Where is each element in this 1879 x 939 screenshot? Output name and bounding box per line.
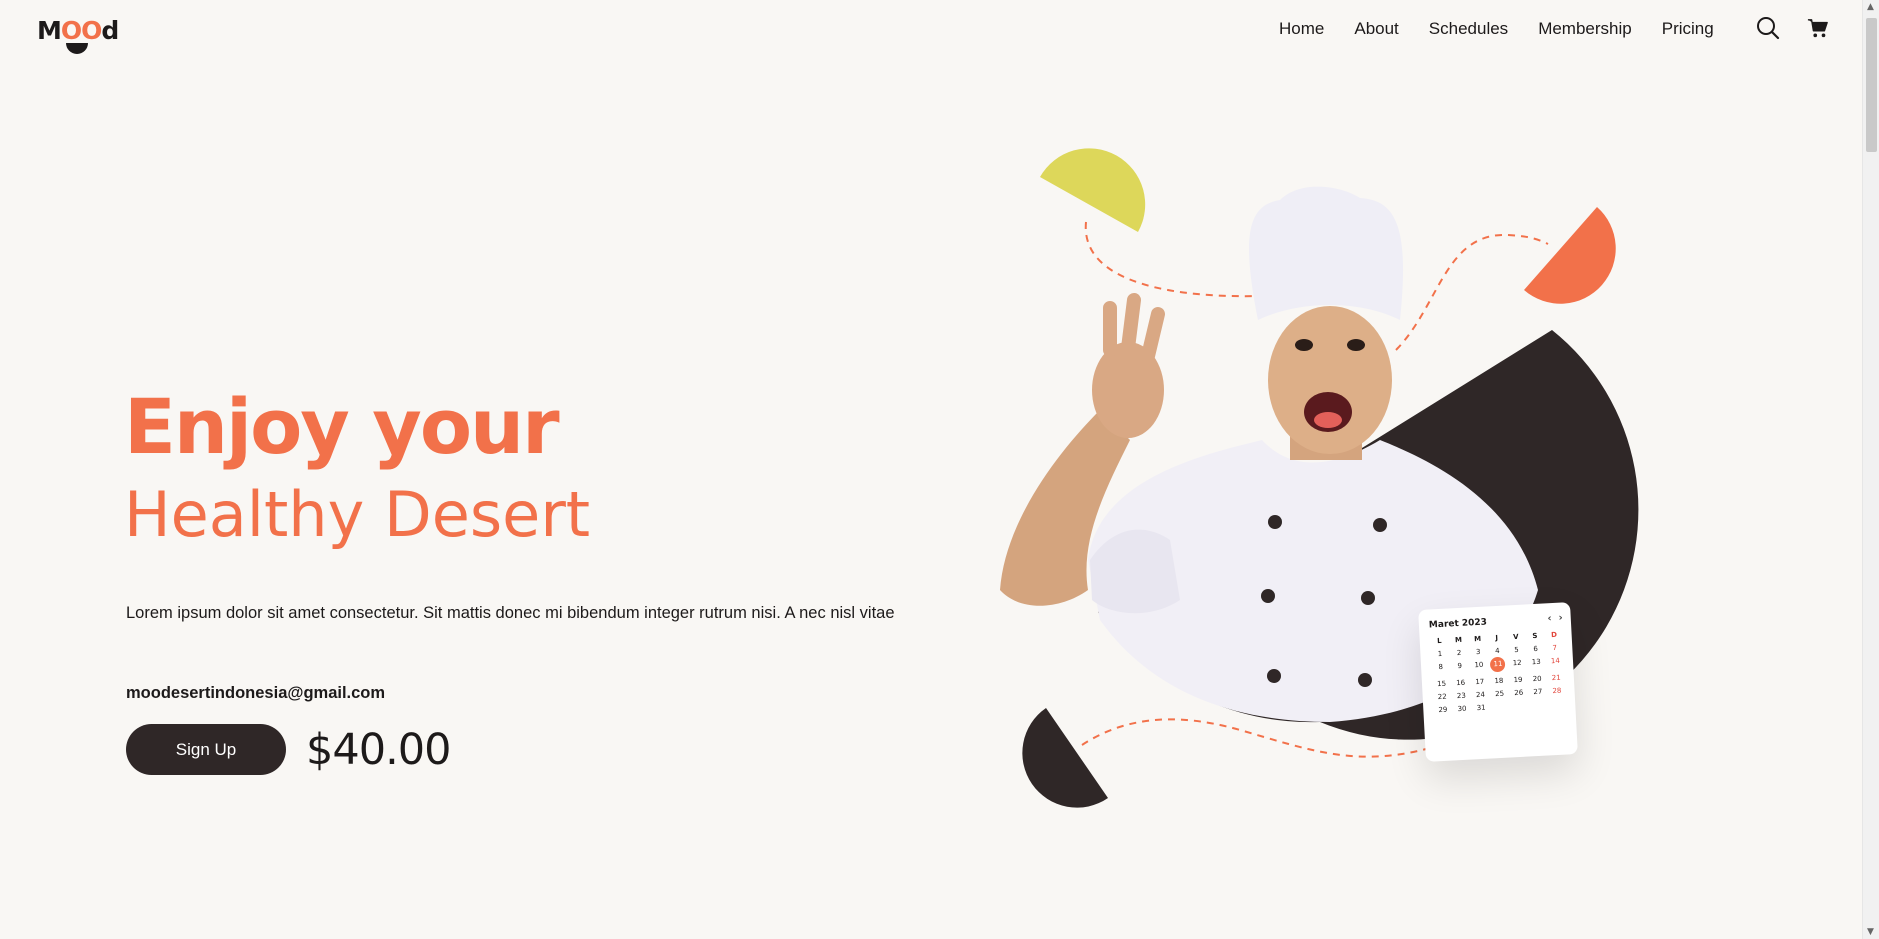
calendar-weekday: M: [1454, 635, 1463, 645]
calendar-day[interactable]: 7: [1545, 643, 1565, 652]
calendar-day[interactable]: 2: [1449, 648, 1469, 657]
cart-icon: [1807, 19, 1828, 38]
logo-letter-m: M: [37, 16, 62, 45]
scroll-up-icon[interactable]: ▲: [1867, 2, 1874, 12]
dark-half-disc-shape: [1022, 708, 1108, 808]
orange-half-disc-shape: [1524, 207, 1616, 304]
calendar-day[interactable]: 24: [1471, 690, 1491, 699]
calendar-weekday: S: [1532, 631, 1538, 641]
nav-about[interactable]: About: [1354, 18, 1398, 40]
calendar-day[interactable]: 16: [1451, 678, 1471, 687]
scrollbar-thumb[interactable]: [1866, 18, 1877, 152]
hero-title-line1: Enjoy your: [124, 382, 560, 471]
calendar-day[interactable]: 21: [1547, 673, 1567, 682]
calendar-day[interactable]: 31: [1471, 703, 1491, 712]
calendar-day[interactable]: 19: [1508, 675, 1528, 684]
logo[interactable]: M OO d: [37, 16, 119, 54]
calendar-day[interactable]: 4: [1488, 646, 1508, 655]
logo-letters-oo: OO: [60, 16, 103, 45]
calendar-day-selected[interactable]: 11: [1490, 656, 1506, 673]
chevron-right-icon[interactable]: ›: [1558, 613, 1563, 624]
dashed-line-top-right: [1395, 233, 1549, 351]
nav-membership[interactable]: Membership: [1538, 18, 1632, 40]
calendar-day[interactable]: 18: [1489, 676, 1509, 685]
dashed-line-top-left: [1084, 221, 1261, 298]
calendar-day[interactable]: 23: [1452, 691, 1472, 700]
calendar-day[interactable]: 15: [1432, 679, 1452, 688]
calendar-weekday: M: [1473, 634, 1482, 644]
hero-description: Lorem ipsum dolor sit amet consectetur. …: [126, 604, 895, 622]
calendar-day[interactable]: 28: [1547, 686, 1567, 695]
price-label: $40.00: [306, 725, 451, 775]
nav-schedules[interactable]: Schedules: [1429, 18, 1508, 40]
calendar-day[interactable]: 8: [1431, 662, 1451, 675]
calendar-weekday: J: [1495, 633, 1499, 643]
calendar-day[interactable]: 3: [1468, 647, 1488, 656]
calendar-nav: ‹ ›: [1547, 613, 1563, 625]
logo-letter-d: d: [101, 16, 119, 45]
calendar-header: Maret 2023 ‹ ›: [1429, 613, 1563, 631]
calendar-day[interactable]: 29: [1433, 705, 1453, 714]
coat-button: [1373, 518, 1387, 532]
calendar-weekday: D: [1550, 630, 1558, 640]
calendar-day[interactable]: 10: [1469, 660, 1489, 673]
chef-hat: [1249, 186, 1404, 320]
calendar-day[interactable]: 25: [1490, 689, 1510, 698]
nav-pricing[interactable]: Pricing: [1662, 18, 1714, 40]
coat-button: [1361, 591, 1375, 605]
scroll-down-icon[interactable]: ▼: [1867, 927, 1874, 937]
main-nav: Home About Schedules Membership Pricing: [1279, 18, 1714, 40]
calendar-day[interactable]: 30: [1452, 704, 1472, 713]
calendar-grid: L M M J V S D 1 2 3 4 5 6 7 8 9 10 11 12 13 14 15 16 17 18 19 20 21…: [1430, 631, 1568, 715]
contact-email[interactable]: moodesertindonesia@gmail.com: [126, 684, 385, 703]
calendar-day[interactable]: 9: [1450, 661, 1470, 674]
sign-up-button[interactable]: Sign Up: [126, 724, 286, 775]
calendar-day[interactable]: 20: [1527, 674, 1547, 683]
search-button[interactable]: [1754, 14, 1782, 42]
hero-title-line2: Healthy Desert: [124, 478, 591, 551]
calendar-day[interactable]: 12: [1507, 658, 1527, 671]
cart-button[interactable]: [1804, 14, 1832, 42]
page-scrollbar[interactable]: ▲ ▼: [1862, 0, 1879, 939]
yellow-half-disc-shape: [1040, 148, 1146, 232]
calendar-day[interactable]: 6: [1526, 644, 1546, 653]
calendar-card[interactable]: Maret 2023 ‹ › L M M J V S D 1 2 3 4 5 6 7 8 9 10 11 12 13 1…: [1418, 602, 1578, 762]
search-icon: [1757, 17, 1780, 40]
chevron-left-icon[interactable]: ‹: [1547, 613, 1552, 624]
coat-button: [1261, 589, 1275, 603]
calendar-day[interactable]: 17: [1470, 677, 1490, 686]
calendar-day[interactable]: 27: [1528, 687, 1548, 696]
calendar-weekday: L: [1436, 636, 1442, 646]
coat-button: [1268, 515, 1282, 529]
calendar-day[interactable]: 11: [1488, 656, 1508, 673]
calendar-day[interactable]: 1: [1430, 650, 1450, 659]
calendar-weekday: V: [1512, 632, 1519, 642]
nav-home[interactable]: Home: [1279, 18, 1324, 40]
calendar-day[interactable]: 22: [1433, 692, 1453, 701]
calendar-day[interactable]: 5: [1507, 645, 1527, 654]
calendar-day[interactable]: 14: [1546, 656, 1566, 669]
chef-tongue: [1314, 412, 1342, 428]
chef-eye-right: [1347, 339, 1365, 351]
calendar-day[interactable]: 13: [1527, 657, 1547, 670]
coat-button: [1358, 673, 1372, 687]
calendar-day[interactable]: 26: [1509, 688, 1529, 697]
calendar-month-label: Maret 2023: [1428, 617, 1488, 631]
coat-button: [1267, 669, 1281, 683]
logo-smile-shape: [66, 43, 88, 54]
chef-eye-left: [1295, 339, 1313, 351]
